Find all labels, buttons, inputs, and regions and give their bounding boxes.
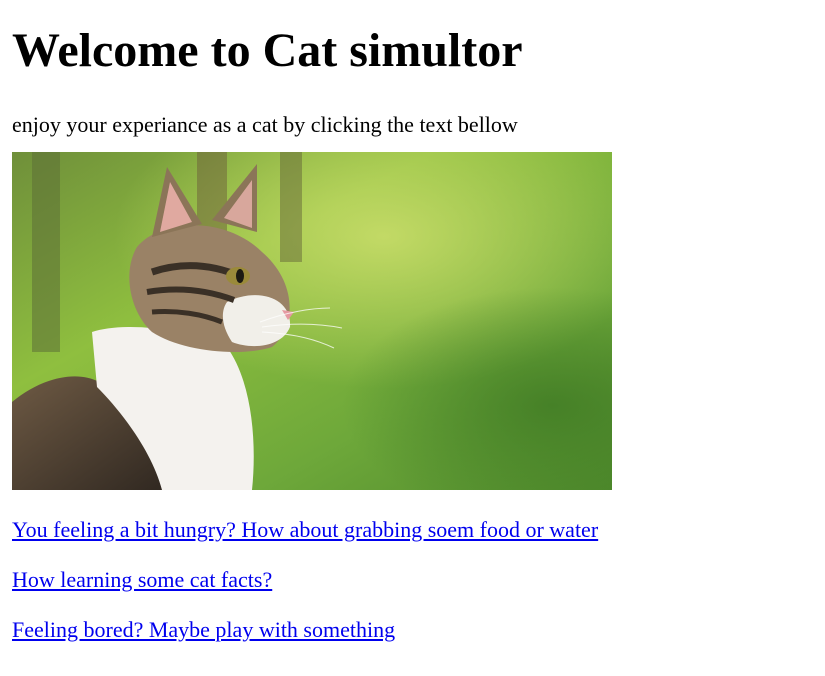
- cat-photo-illustration: [12, 152, 612, 490]
- page: Welcome to Cat simultor enjoy your exper…: [0, 0, 825, 643]
- link-food-water[interactable]: You feeling a bit hungry? How about grab…: [12, 517, 598, 543]
- link-play[interactable]: Feeling bored? Maybe play with something: [12, 617, 395, 643]
- page-title: Welcome to Cat simultor: [12, 24, 523, 77]
- link-cat-facts[interactable]: How learning some cat facts?: [12, 567, 272, 593]
- link-list: You feeling a bit hungry? How about grab…: [12, 517, 825, 643]
- cat-photo: [12, 152, 612, 490]
- intro-text: enjoy your experiance as a cat by clicki…: [12, 112, 518, 137]
